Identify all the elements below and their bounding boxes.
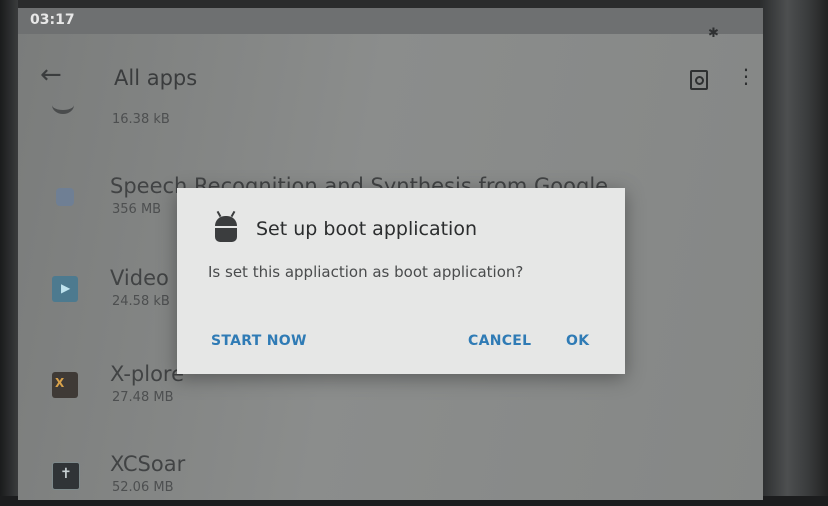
device-bezel-left xyxy=(0,0,18,506)
list-item[interactable]: ✝ XCSoar 52.06 MB xyxy=(18,452,763,500)
speech-app-icon xyxy=(56,188,74,206)
dialog-message: Is set this appliaction as boot applicat… xyxy=(208,263,524,281)
app-icon xyxy=(52,96,74,114)
glider-icon: ✝ xyxy=(60,466,72,482)
start-now-button[interactable]: START NOW xyxy=(211,333,307,349)
list-item[interactable]: 16.38 kB xyxy=(18,104,763,166)
android-icon xyxy=(215,210,237,242)
xcsoar-app-icon: ✝ xyxy=(52,462,80,490)
app-size: 27.48 MB xyxy=(112,390,174,405)
cancel-button[interactable]: CANCEL xyxy=(468,333,531,349)
boot-app-dialog: Set up boot application Is set this appl… xyxy=(177,188,625,374)
ok-button[interactable]: OK xyxy=(566,333,589,349)
xplore-logo-icon: X xyxy=(55,376,65,390)
dialog-title: Set up boot application xyxy=(256,218,477,240)
video-app-icon: ▶ xyxy=(52,276,78,302)
xplore-app-icon: X xyxy=(52,372,78,398)
app-name: Video xyxy=(110,266,169,290)
app-size: 16.38 kB xyxy=(112,112,170,127)
app-size: 52.06 MB xyxy=(112,480,174,495)
app-name: X-plore xyxy=(110,362,185,386)
device-screen: 03:17 ✱ ← All apps ⋮ 16.38 kB Speech Rec… xyxy=(18,8,763,500)
device-bezel-right xyxy=(760,0,828,506)
app-size: 24.58 kB xyxy=(112,294,170,309)
app-name: XCSoar xyxy=(110,452,186,476)
app-size: 356 MB xyxy=(112,202,162,217)
play-icon: ▶ xyxy=(61,281,71,295)
